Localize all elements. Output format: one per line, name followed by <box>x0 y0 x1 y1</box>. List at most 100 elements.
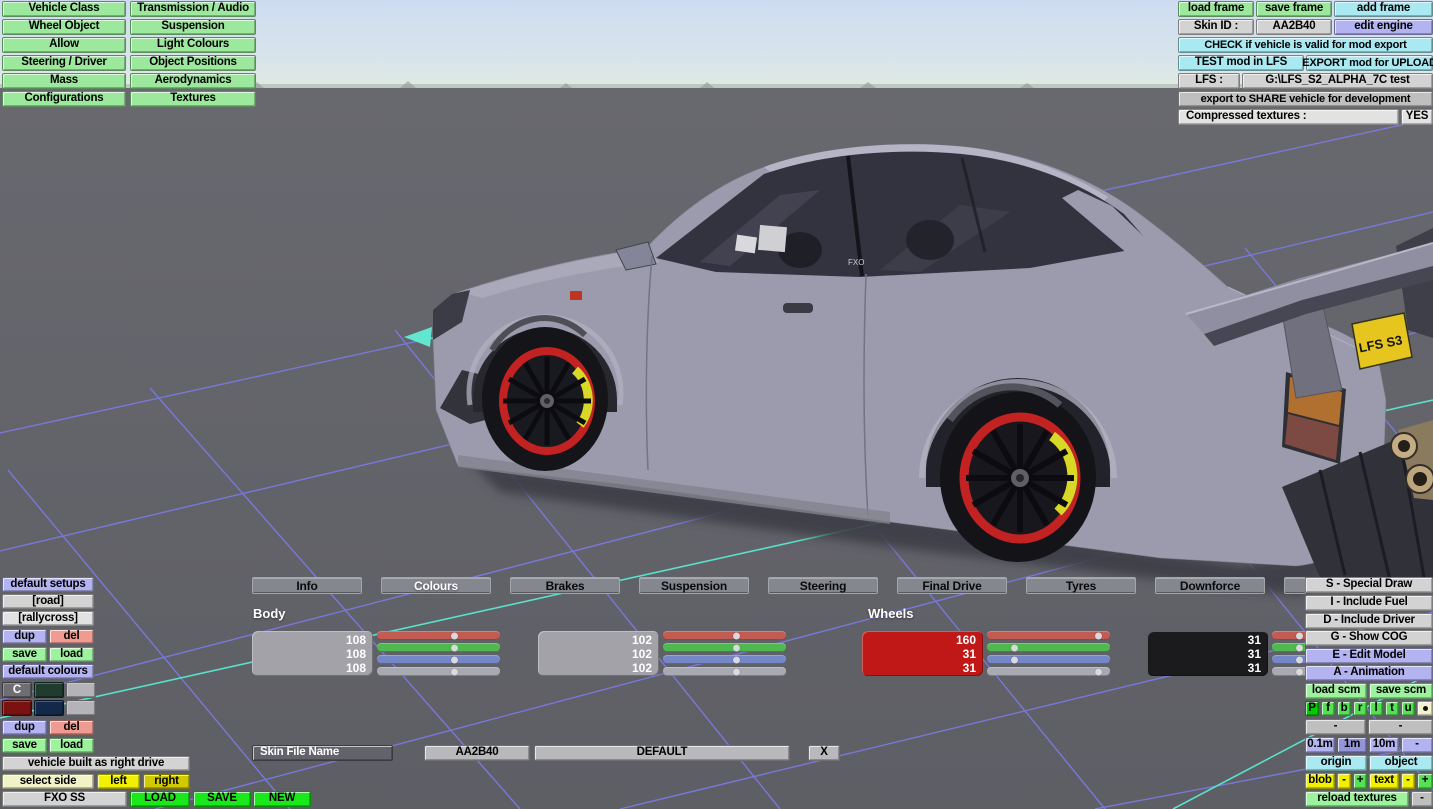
skin-name-button[interactable]: DEFAULT <box>534 745 790 761</box>
tab-suspension[interactable]: Suspension <box>639 577 749 594</box>
slider-handle[interactable] <box>733 668 741 675</box>
colour-preset-current[interactable]: C <box>2 682 32 698</box>
slider-handle[interactable] <box>733 656 741 663</box>
slider-handle[interactable] <box>1295 644 1303 651</box>
menu-configurations[interactable]: Configurations <box>2 91 126 107</box>
model-name-button[interactable]: FXO SS <box>2 791 127 807</box>
save-vehicle-button[interactable]: SAVE <box>193 791 251 807</box>
compressed-textures-toggle[interactable]: YES <box>1401 109 1433 125</box>
setup-road[interactable]: [road] <box>2 594 94 609</box>
scale-dash-button[interactable]: - <box>1401 737 1433 753</box>
special-draw-toggle[interactable]: S - Special Draw <box>1305 577 1433 593</box>
colour-preset-4[interactable] <box>34 700 64 716</box>
green-slider[interactable] <box>377 643 500 652</box>
clear-skin-button[interactable]: X <box>808 745 840 761</box>
text-button[interactable]: text <box>1369 773 1399 789</box>
slider-handle[interactable] <box>451 656 459 663</box>
colours-dup-button[interactable]: dup <box>2 720 47 735</box>
default-setups-header[interactable]: default setups <box>2 577 94 592</box>
setup-dup-button[interactable]: dup <box>2 629 47 644</box>
dash-button-2[interactable]: - <box>1368 719 1433 735</box>
brightness-slider[interactable] <box>987 667 1110 676</box>
green-slider[interactable] <box>987 643 1110 652</box>
dash-button-1[interactable]: - <box>1305 719 1366 735</box>
blue-slider[interactable] <box>663 655 786 664</box>
dot-toggle-button[interactable] <box>1417 701 1433 716</box>
toggle-p-button[interactable]: P <box>1305 701 1319 716</box>
add-frame-button[interactable]: add frame <box>1334 1 1433 17</box>
include-fuel-toggle[interactable]: I - Include Fuel <box>1305 595 1433 611</box>
load-scm-button[interactable]: load scm <box>1305 683 1367 699</box>
scale-1m-button[interactable]: 1m <box>1337 737 1367 753</box>
slider-handle[interactable] <box>451 632 459 639</box>
toggle-t-button[interactable]: t <box>1385 701 1399 716</box>
setup-rallycross[interactable]: [rallycross] <box>2 611 94 626</box>
slider-handle[interactable] <box>733 632 741 639</box>
colour-preset-3[interactable] <box>2 700 32 716</box>
skin-id-value[interactable]: AA2B40 <box>1256 19 1332 35</box>
slider-handle[interactable] <box>1010 644 1018 651</box>
side-left-button[interactable]: left <box>97 774 140 789</box>
colours-save-button[interactable]: save <box>2 738 47 753</box>
menu-vehicle-class[interactable]: Vehicle Class <box>2 1 126 17</box>
share-vehicle-button[interactable]: export to SHARE vehicle for development <box>1178 91 1433 107</box>
check-valid-button[interactable]: CHECK if vehicle is valid for mod export <box>1178 37 1433 53</box>
menu-wheel-object[interactable]: Wheel Object <box>2 19 126 35</box>
menu-aerodynamics[interactable]: Aerodynamics <box>130 73 256 89</box>
menu-steering-driver[interactable]: Steering / Driver <box>2 55 126 71</box>
include-driver-toggle[interactable]: D - Include Driver <box>1305 613 1433 629</box>
show-cog-toggle[interactable]: G - Show COG <box>1305 630 1433 646</box>
brightness-slider[interactable] <box>1272 667 1305 676</box>
tab-downforce[interactable]: Downforce <box>1155 577 1265 594</box>
load-vehicle-button[interactable]: LOAD <box>130 791 190 807</box>
scale-10m-button[interactable]: 10m <box>1369 737 1399 753</box>
setup-load-button[interactable]: load <box>49 647 94 662</box>
right-drive-toggle[interactable]: vehicle built as right drive <box>2 756 190 771</box>
red-slider[interactable] <box>377 631 500 640</box>
colour-preset-1[interactable] <box>34 682 64 698</box>
text-minus-button[interactable]: - <box>1401 773 1415 789</box>
tab-colours[interactable]: Colours <box>381 577 491 594</box>
toggle-u-button[interactable]: u <box>1401 701 1415 716</box>
object-button[interactable]: object <box>1369 755 1433 771</box>
edit-model-button[interactable]: E - Edit Model <box>1305 648 1433 664</box>
tab-steering[interactable]: Steering <box>768 577 878 594</box>
blob-plus-button[interactable]: + <box>1353 773 1367 789</box>
reload-dash-button[interactable]: - <box>1411 791 1433 807</box>
red-slider[interactable] <box>1272 631 1305 640</box>
reload-textures-button[interactable]: reload textures <box>1305 791 1409 807</box>
menu-transmission-audio[interactable]: Transmission / Audio <box>130 1 256 17</box>
colour-preset-2[interactable] <box>66 682 96 698</box>
tab-tyres[interactable]: Tyres <box>1026 577 1136 594</box>
tab-info[interactable]: Info <box>252 577 362 594</box>
lfs-path-button[interactable]: G:\LFS_S2_ALPHA_7C test <box>1242 73 1433 89</box>
menu-object-positions[interactable]: Object Positions <box>130 55 256 71</box>
edit-engine-button[interactable]: edit engine <box>1334 19 1433 35</box>
blue-slider[interactable] <box>377 655 500 664</box>
load-frame-button[interactable]: load frame <box>1178 1 1254 17</box>
brightness-slider[interactable] <box>377 667 500 676</box>
slider-handle[interactable] <box>1094 632 1102 639</box>
slider-handle[interactable] <box>1295 656 1303 663</box>
slider-handle[interactable] <box>1010 656 1018 663</box>
menu-light-colours[interactable]: Light Colours <box>130 37 256 53</box>
blob-minus-button[interactable]: - <box>1337 773 1351 789</box>
red-slider[interactable] <box>663 631 786 640</box>
toggle-b-button[interactable]: b <box>1337 701 1351 716</box>
blob-button[interactable]: blob <box>1305 773 1335 789</box>
slider-handle[interactable] <box>451 668 459 675</box>
toggle-f-button[interactable]: f <box>1321 701 1335 716</box>
setup-save-button[interactable]: save <box>2 647 47 662</box>
menu-suspension[interactable]: Suspension <box>130 19 256 35</box>
slider-handle[interactable] <box>1295 632 1303 639</box>
setup-del-button[interactable]: del <box>49 629 94 644</box>
green-slider[interactable] <box>1272 643 1305 652</box>
tab-final-drive[interactable]: Final Drive <box>897 577 1007 594</box>
test-mod-button[interactable]: TEST mod in LFS <box>1178 55 1304 71</box>
default-colours-header[interactable]: default colours <box>2 664 94 679</box>
toggle-l-button[interactable]: l <box>1369 701 1383 716</box>
menu-textures[interactable]: Textures <box>130 91 256 107</box>
tab-brakes[interactable]: Brakes <box>510 577 620 594</box>
skin-id-button[interactable]: AA2B40 <box>424 745 530 761</box>
menu-mass[interactable]: Mass <box>2 73 126 89</box>
